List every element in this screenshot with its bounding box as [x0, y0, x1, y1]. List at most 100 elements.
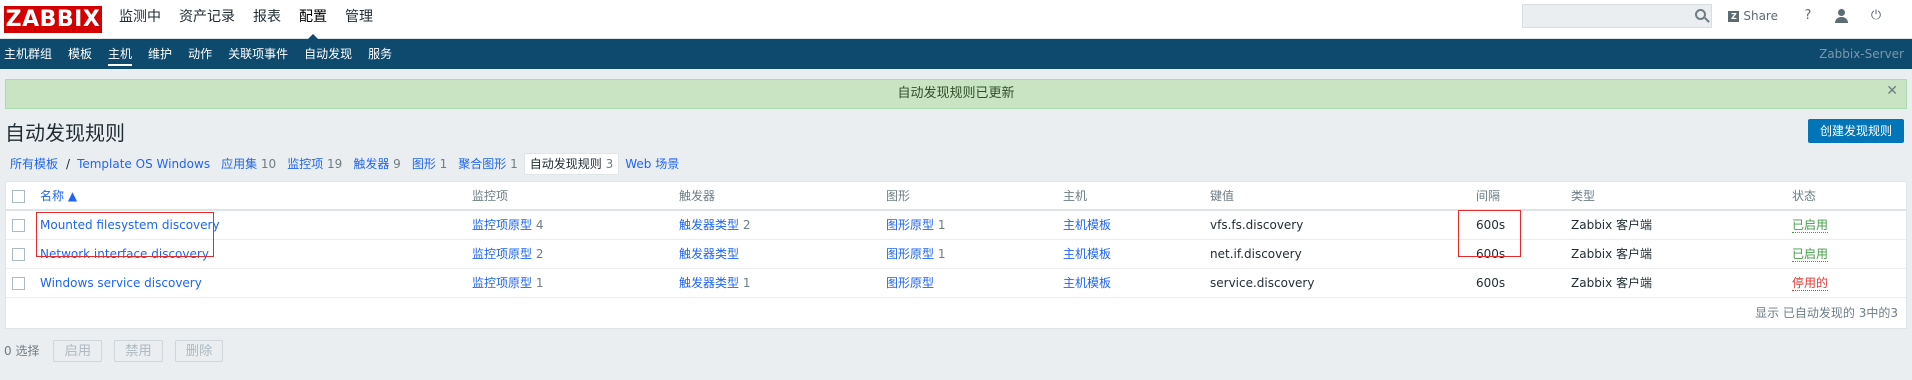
breadcrumb: 所有模板 / Template OS Windows 应用集 10 监控项 19… [5, 151, 1912, 177]
page-title: 自动发现规则 [5, 121, 125, 145]
submenu-discovery[interactable]: 自动发现 [300, 39, 360, 69]
tab-count: 3 [605, 157, 614, 171]
tab-label: 应用集 [221, 157, 258, 171]
rule-name-link[interactable]: Windows service discovery [40, 276, 202, 290]
trigger-prototypes-count: 2 [742, 218, 751, 233]
search-input[interactable] [1522, 4, 1713, 28]
rule-type: Zabbix 客户端 [1565, 268, 1786, 298]
graph-prototypes-link[interactable]: 图形原型 [886, 247, 934, 261]
item-prototypes-link[interactable]: 监控项原型 [472, 276, 532, 290]
menu-configuration[interactable]: 配置 [290, 0, 336, 40]
row-checkbox[interactable] [12, 218, 25, 232]
host-prototypes-link[interactable]: 主机模板 [1063, 276, 1111, 290]
table-row: Mounted filesystem discovery 监控项原型 4 触发器… [6, 210, 1906, 240]
tab-discovery-rules[interactable]: 自动发现规则 3 [523, 153, 620, 175]
menu-monitoring[interactable]: 监测中 [110, 0, 170, 39]
main-menu: 监测中 资产记录 报表 配置 管理 [110, 0, 382, 40]
tab-web-scenarios[interactable]: Web 场景 [620, 154, 684, 174]
tab-count: 19 [327, 157, 343, 171]
submenu-maintenance[interactable]: 维护 [144, 39, 180, 69]
item-prototypes-count: 4 [535, 218, 544, 233]
trigger-prototypes-link[interactable]: 触发器类型 [679, 218, 739, 232]
menu-inventory[interactable]: 资产记录 [170, 0, 244, 39]
tab-label: 监控项 [287, 157, 324, 171]
row-checkbox[interactable] [12, 247, 25, 261]
status-toggle[interactable]: 已启用 [1792, 247, 1829, 262]
discovery-rules-table: 名称 ▲ 监控项 触发器 图形 主机 键值 间隔 类型 状态 Mounted f… [6, 182, 1906, 298]
select-all-checkbox[interactable] [12, 189, 25, 203]
submenu-services[interactable]: 服务 [364, 39, 400, 69]
submenu-actions[interactable]: 动作 [184, 39, 220, 69]
column-triggers: 触发器 [673, 182, 880, 211]
sub-menu: 主机群组 模板 主机 维护 动作 关联项事件 自动发现 服务 Zabbix-Se… [0, 39, 1912, 69]
close-icon[interactable]: ✕ [1886, 80, 1898, 102]
status-toggle[interactable]: 已启用 [1792, 218, 1829, 234]
menu-reports[interactable]: 报表 [244, 0, 290, 39]
tab-label: 自动发现规则 [529, 157, 602, 171]
page-header: 自动发现规则 创建发现规则 [0, 109, 1912, 149]
enable-button[interactable]: 启用 [53, 339, 103, 362]
submenu-host-groups[interactable]: 主机群组 [0, 39, 60, 69]
help-icon[interactable]: ? [1800, 8, 1816, 24]
create-discovery-rule-button[interactable]: 创建发现规则 [1807, 119, 1904, 143]
tab-count: 10 [260, 157, 277, 171]
annotation-box-names [36, 212, 214, 257]
tab-label: 聚合图形 [458, 157, 507, 171]
server-name: Zabbix-Server [1819, 47, 1904, 61]
tab-count: 1 [510, 157, 518, 171]
item-prototypes-count: 1 [535, 276, 544, 290]
top-bar: ZABBIX 监测中 资产记录 报表 配置 管理 Z Share ? ⏻ [0, 0, 1912, 40]
row-checkbox[interactable] [12, 276, 25, 290]
discovery-rules-table-panel: 名称 ▲ 监控项 触发器 图形 主机 键值 间隔 类型 状态 Mounted f… [5, 181, 1907, 329]
item-prototypes-link[interactable]: 监控项原型 [472, 218, 532, 232]
rule-type: Zabbix 客户端 [1565, 239, 1786, 269]
submenu-event-correlation[interactable]: 关联项事件 [224, 39, 296, 69]
graph-prototypes-link[interactable]: 图形原型 [886, 276, 934, 290]
tab-count: 9 [393, 157, 401, 171]
zabbix-logo[interactable]: ZABBIX [4, 5, 102, 33]
graph-prototypes-count: 1 [937, 218, 946, 233]
breadcrumb-template[interactable]: Template OS Windows [72, 154, 215, 174]
submenu-hosts[interactable]: 主机 [104, 39, 140, 69]
rule-type: Zabbix 客户端 [1565, 210, 1786, 240]
search-icon[interactable] [1695, 9, 1707, 20]
disable-button[interactable]: 禁用 [114, 339, 163, 362]
breadcrumb-all-templates[interactable]: 所有模板 [5, 154, 63, 174]
host-prototypes-link[interactable]: 主机模板 [1063, 218, 1111, 232]
tab-triggers[interactable]: 触发器 9 [348, 154, 405, 174]
tab-screens[interactable]: 聚合图形 1 [453, 154, 522, 174]
zabbix-share-icon: Z [1728, 10, 1740, 22]
delete-button[interactable]: 删除 [174, 339, 224, 362]
column-graphs: 图形 [880, 182, 1057, 211]
user-profile-icon[interactable] [1834, 8, 1850, 24]
submenu-templates[interactable]: 模板 [64, 39, 100, 69]
host-prototypes-link[interactable]: 主机模板 [1063, 247, 1111, 261]
breadcrumb-separator: / [66, 157, 71, 171]
rule-key: service.discovery [1204, 268, 1470, 298]
trigger-prototypes-link[interactable]: 触发器类型 [679, 276, 739, 290]
column-type: 类型 [1565, 182, 1786, 211]
graph-prototypes-count: 1 [937, 247, 946, 261]
tab-label: 触发器 [353, 157, 390, 171]
tab-items[interactable]: 监控项 19 [282, 154, 347, 174]
column-key: 键值 [1204, 182, 1470, 211]
column-name[interactable]: 名称 ▲ [34, 182, 466, 211]
trigger-prototypes-count: 1 [742, 276, 751, 290]
tab-label: Web 场景 [625, 157, 680, 171]
column-hosts: 主机 [1057, 182, 1204, 211]
item-prototypes-count: 2 [535, 247, 544, 261]
menu-administration[interactable]: 管理 [336, 0, 382, 39]
success-message: 自动发现规则已更新 ✕ [5, 79, 1907, 109]
tab-label: 图形 [411, 157, 436, 171]
graph-prototypes-link[interactable]: 图形原型 [886, 218, 934, 232]
tab-graphs[interactable]: 图形 1 [407, 154, 452, 174]
item-prototypes-link[interactable]: 监控项原型 [472, 247, 532, 261]
table-row: Windows service discovery 监控项原型 1 触发器类型 … [6, 268, 1906, 298]
table-row: Network interface discovery 监控项原型 2 触发器类… [6, 239, 1906, 269]
trigger-prototypes-link[interactable]: 触发器类型 [679, 247, 739, 261]
tab-applications[interactable]: 应用集 10 [216, 154, 281, 174]
table-footer: 显示 已自动发现的 3中的3 [1755, 305, 1898, 320]
status-toggle[interactable]: 停用的 [1792, 276, 1829, 291]
power-icon[interactable]: ⏻ [1868, 8, 1884, 24]
share-link[interactable]: Z Share [1728, 9, 1778, 23]
